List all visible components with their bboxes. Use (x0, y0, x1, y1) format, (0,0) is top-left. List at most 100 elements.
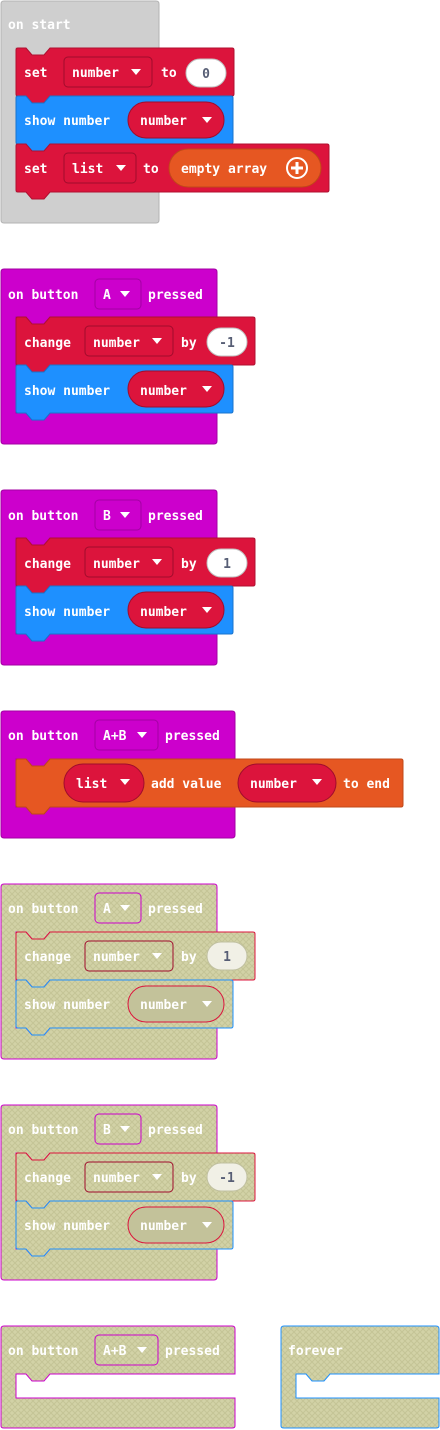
svg-text:change: change (24, 950, 71, 965)
svg-text:pressed: pressed (148, 288, 203, 303)
svg-text:change: change (24, 557, 71, 572)
svg-text:number: number (93, 557, 140, 572)
variable-dropdown-number[interactable]: number (84, 325, 174, 357)
svg-text:show number: show number (24, 384, 110, 399)
disabled-forever-block[interactable]: forever (280, 1325, 440, 1429)
change-number-block[interactable]: change number by 1 (15, 537, 256, 594)
button-dropdown-ab[interactable]: A+B (94, 719, 159, 751)
svg-text:on button: on button (8, 902, 78, 917)
change-number-block[interactable]: change number by -1 (15, 1152, 256, 1209)
variable-reporter-number[interactable]: number (127, 370, 225, 408)
variable-reporter-number[interactable]: number (127, 1206, 225, 1244)
button-dropdown-b[interactable]: B (94, 499, 142, 531)
svg-text:A+B: A+B (103, 1344, 127, 1359)
svg-text:on button: on button (8, 1344, 78, 1359)
variable-dropdown-number[interactable]: number (84, 546, 174, 578)
button-dropdown-a[interactable]: A (94, 892, 142, 924)
show-number-block[interactable]: show number number (15, 95, 234, 152)
variable-dropdown-number[interactable]: number (63, 56, 153, 88)
svg-text:by: by (181, 557, 197, 572)
variable-reporter-number[interactable]: number (127, 591, 225, 629)
svg-text:-1: -1 (219, 1171, 235, 1186)
variable-dropdown-number[interactable]: number (84, 940, 174, 972)
svg-text:list: list (76, 777, 107, 792)
set-list-block[interactable]: set list to empty array (15, 143, 330, 200)
svg-text:number: number (140, 1219, 187, 1234)
svg-text:add value: add value (151, 777, 222, 792)
svg-text:number: number (93, 1171, 140, 1186)
show-number-label: show number (24, 114, 110, 129)
svg-text:number: number (140, 114, 187, 129)
on-button-b-block[interactable]: on button B pressed change number by 1 s… (0, 489, 256, 666)
empty-array-reporter[interactable]: empty array (168, 148, 322, 188)
on-start-block[interactable]: on start set number to 0 show number num… (0, 0, 330, 224)
svg-text:pressed: pressed (148, 509, 203, 524)
number-input[interactable]: 1 (206, 548, 248, 578)
svg-text:number: number (140, 605, 187, 620)
svg-text:change: change (24, 336, 71, 351)
svg-text:show number: show number (24, 1219, 110, 1234)
variable-reporter-number[interactable]: number (127, 985, 225, 1023)
disabled-on-button-ab-block[interactable]: on button A+B pressed (0, 1325, 236, 1429)
forever-label: forever (288, 1344, 343, 1359)
svg-text:pressed: pressed (165, 729, 220, 744)
svg-text:by: by (181, 336, 197, 351)
svg-text:to end: to end (343, 777, 390, 792)
blocks-workspace[interactable]: on start set number to 0 show number num… (0, 0, 440, 1430)
change-number-block[interactable]: change number by 1 (15, 931, 256, 988)
show-number-block[interactable]: show number number (15, 585, 234, 642)
svg-text:number: number (140, 998, 187, 1013)
show-number-block[interactable]: show number number (15, 1200, 234, 1257)
show-number-block[interactable]: show number number (15, 979, 234, 1036)
svg-text:show number: show number (24, 605, 110, 620)
variable-dropdown-list[interactable]: list (63, 152, 137, 184)
button-dropdown-ab[interactable]: A+B (94, 1334, 159, 1366)
number-input[interactable]: -1 (206, 1162, 248, 1192)
svg-text:number: number (93, 950, 140, 965)
disabled-on-button-b-block[interactable]: on button B pressed change number by -1 … (0, 1104, 256, 1281)
on-button-a-block[interactable]: on button A pressed change number by -1 … (0, 268, 256, 445)
svg-text:pressed: pressed (165, 1344, 220, 1359)
variable-reporter-list[interactable]: list (63, 763, 145, 803)
svg-text:A: A (103, 288, 111, 303)
svg-text:A: A (103, 902, 111, 917)
variable-reporter-number[interactable]: number (127, 101, 225, 139)
number-input[interactable]: -1 (206, 327, 248, 357)
list-add-value-block[interactable]: list add value number to end (15, 758, 404, 815)
set-keyword: set (24, 162, 47, 177)
svg-text:1: 1 (223, 950, 231, 965)
svg-text:-1: -1 (219, 336, 235, 351)
svg-text:number: number (140, 384, 187, 399)
svg-text:A+B: A+B (103, 729, 127, 744)
svg-text:by: by (181, 950, 197, 965)
on-button-ab-block[interactable]: on button A+B pressed list add value num… (0, 710, 404, 839)
set-number-block[interactable]: set number to 0 (15, 47, 235, 104)
button-dropdown-a[interactable]: A (94, 278, 142, 310)
svg-text:show number: show number (24, 998, 110, 1013)
workspace-svg: on start set number to 0 show number num… (0, 0, 440, 1429)
svg-text:B: B (103, 1123, 111, 1138)
variable-reporter-number[interactable]: number (237, 763, 337, 803)
svg-text:pressed: pressed (148, 902, 203, 917)
svg-text:pressed: pressed (148, 1123, 203, 1138)
svg-text:list: list (72, 162, 103, 177)
svg-text:0: 0 (202, 67, 210, 82)
svg-text:on button: on button (8, 1123, 78, 1138)
svg-text:on button: on button (8, 288, 78, 303)
variable-dropdown-label: number (72, 66, 119, 81)
number-input[interactable]: 1 (206, 941, 248, 971)
disabled-on-button-a-block[interactable]: on button A pressed change number by 1 s… (0, 883, 256, 1060)
variable-dropdown-number[interactable]: number (84, 1161, 174, 1193)
on-start-label: on start (8, 18, 71, 33)
svg-text:on button: on button (8, 729, 78, 744)
to-keyword: to (143, 162, 159, 177)
number-input-0[interactable]: 0 (185, 58, 227, 88)
change-number-block[interactable]: change number by -1 (15, 316, 256, 373)
svg-text:number: number (250, 777, 297, 792)
svg-text:number: number (93, 336, 140, 351)
button-dropdown-b[interactable]: B (94, 1113, 142, 1145)
set-keyword: set (24, 66, 47, 81)
svg-text:change: change (24, 1171, 71, 1186)
show-number-block[interactable]: show number number (15, 364, 234, 421)
svg-text:1: 1 (223, 557, 231, 572)
